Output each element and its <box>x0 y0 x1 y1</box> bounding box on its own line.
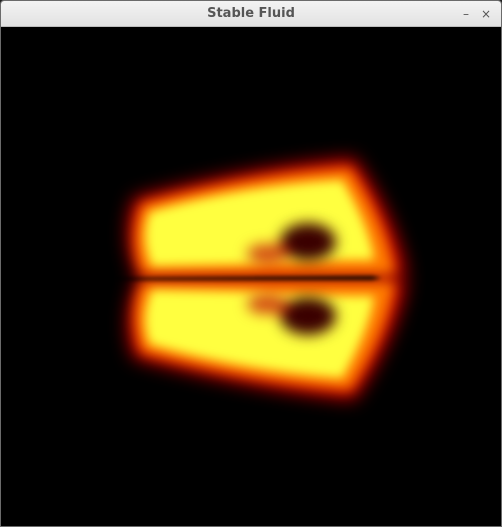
title-bar[interactable]: Stable Fluid – × <box>1 1 501 27</box>
minimize-button[interactable]: – <box>457 5 475 23</box>
close-icon: × <box>480 7 492 21</box>
window-title: Stable Fluid <box>207 6 295 21</box>
close-button[interactable]: × <box>477 5 495 23</box>
fluid-simulation-canvas[interactable] <box>2 28 500 526</box>
minimize-icon: – <box>463 7 469 21</box>
app-window: Stable Fluid – × <box>0 0 502 527</box>
